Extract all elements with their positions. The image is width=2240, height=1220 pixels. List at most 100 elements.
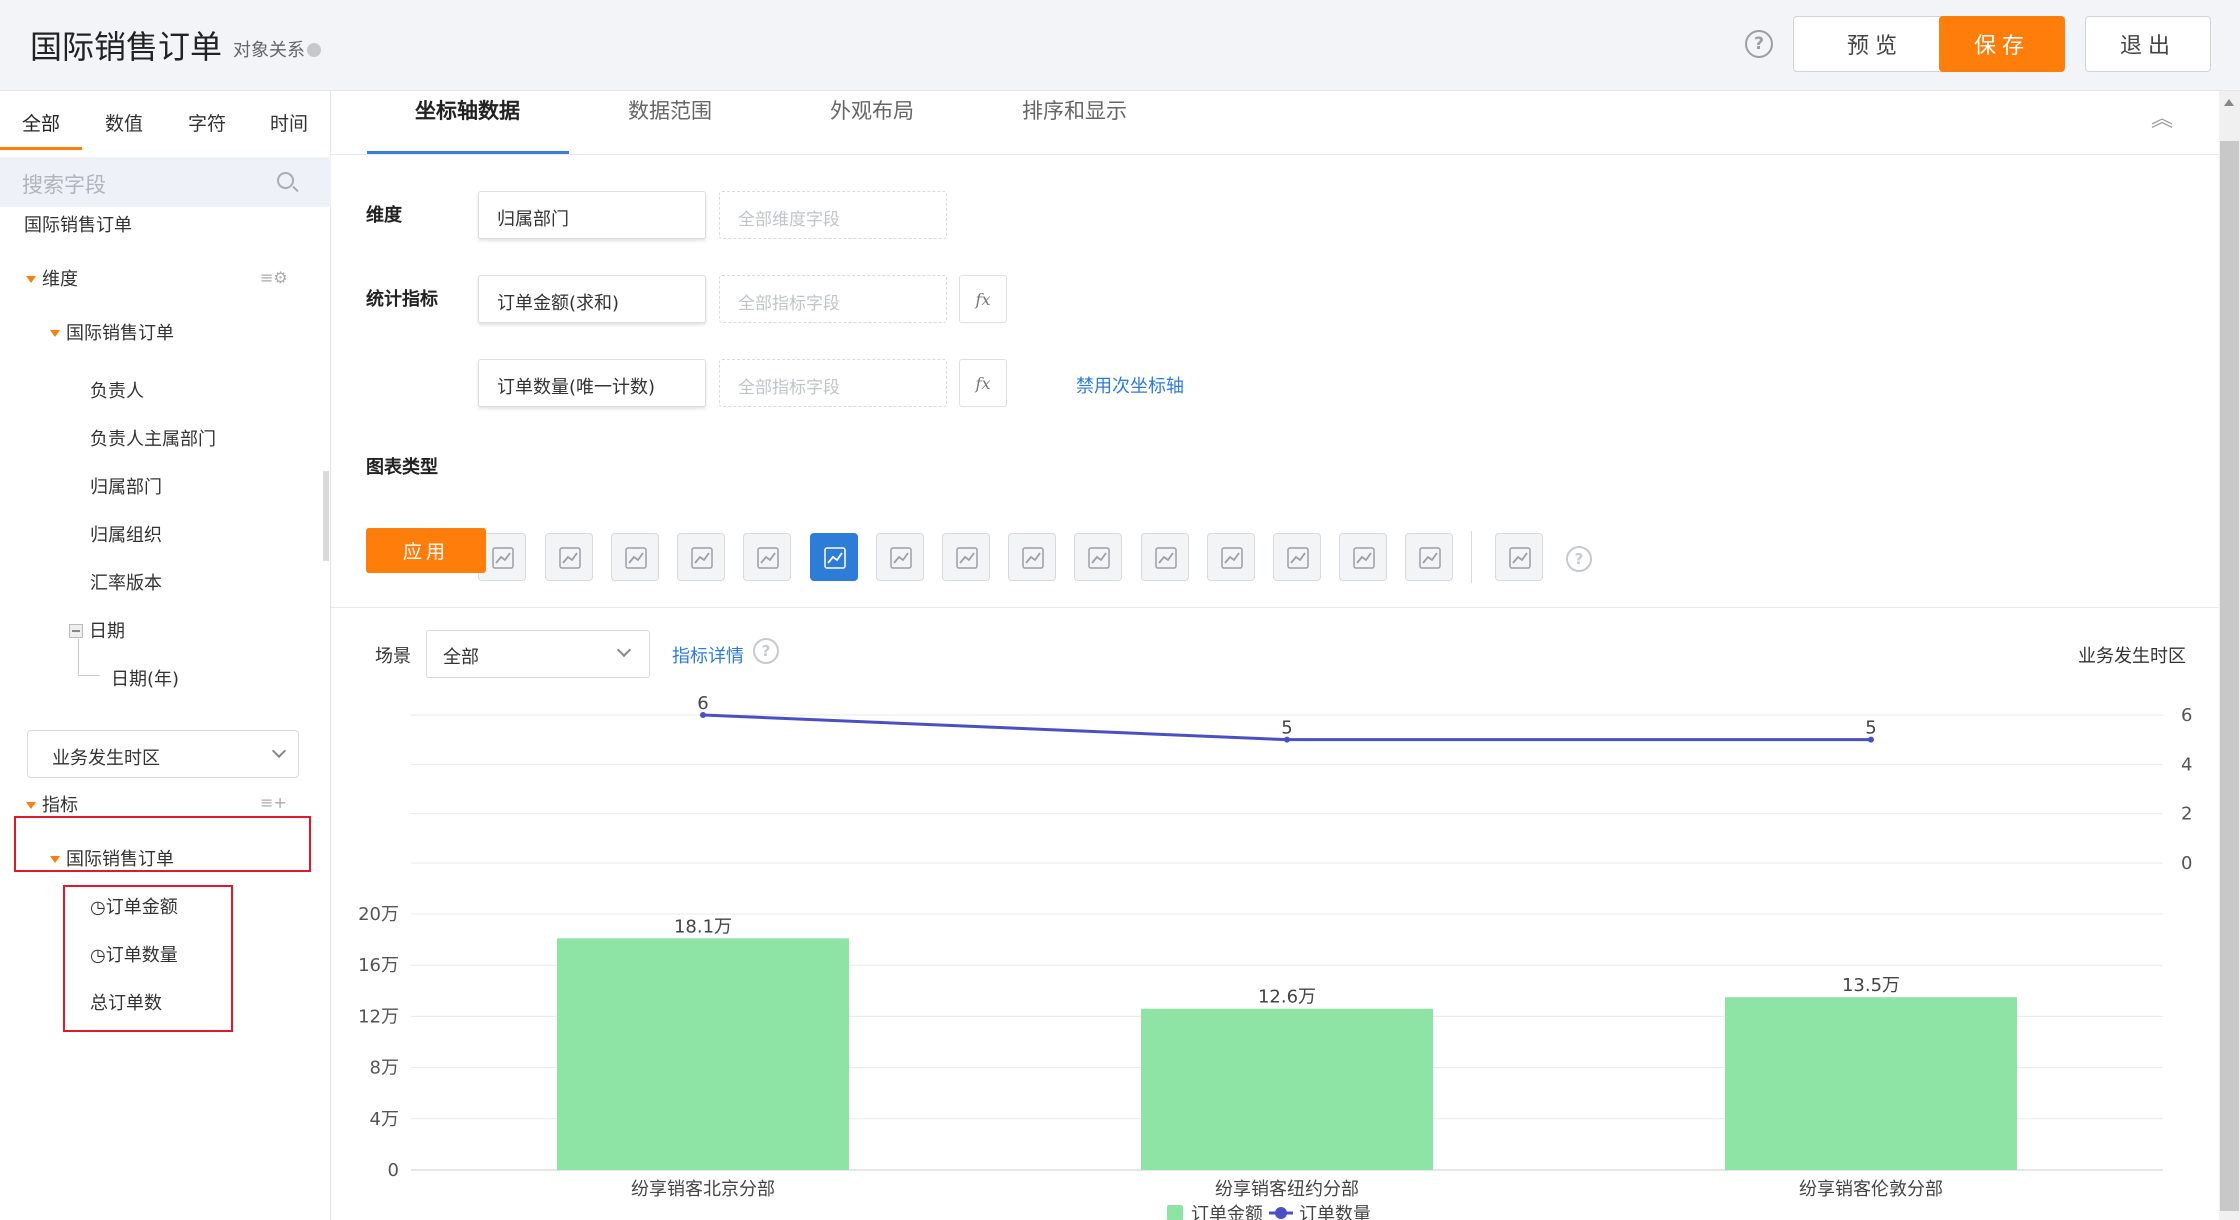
picker-divider <box>1471 531 1472 583</box>
timezone-label[interactable]: 业务发生时区 <box>2078 642 2186 668</box>
tab-data-range[interactable]: 数据范围 <box>628 95 712 125</box>
dimension-group[interactable]: 维度 <box>26 265 78 291</box>
line-chart-icon[interactable] <box>545 533 593 581</box>
tick-label: 4 <box>2181 754 2192 775</box>
metric-field-1[interactable]: 订单金额(求和) <box>478 275 706 323</box>
filter-tab-number[interactable]: 数值 <box>105 109 143 136</box>
help-icon[interactable]: ? <box>753 638 779 664</box>
data-label: 6 <box>697 693 708 714</box>
tick-label: 20万 <box>358 904 399 925</box>
metric-field-2[interactable]: 订单数量(唯一计数) <box>478 359 706 407</box>
collapse-icon[interactable] <box>69 624 83 638</box>
search-input[interactable]: 搜索字段 <box>22 169 106 199</box>
field-filter-tabs: 全部 数值 字符 时间 <box>0 99 331 150</box>
timezone-select[interactable]: 业务发生时区 <box>27 730 299 778</box>
metric-object[interactable]: 国际销售订单 <box>50 845 174 871</box>
dimension-label: 维度 <box>366 205 402 226</box>
bar <box>557 938 849 1170</box>
legend-swatch <box>1275 1207 1287 1219</box>
combo-chart-icon[interactable] <box>810 533 858 581</box>
gauge-chart-icon[interactable] <box>942 533 990 581</box>
caret-down-icon <box>26 276 36 283</box>
map-chart-icon[interactable] <box>1008 533 1056 581</box>
heatmap-icon[interactable] <box>1339 533 1387 581</box>
bar <box>1141 1008 1433 1170</box>
scatter-chart-icon[interactable] <box>1495 533 1543 581</box>
tick-label: 0 <box>388 1160 399 1181</box>
filter-tab-all[interactable]: 全部 <box>22 109 60 136</box>
clock-icon: ◷ <box>90 945 106 966</box>
field-search[interactable]: 搜索字段 <box>0 157 331 207</box>
funnel-chart-icon[interactable] <box>677 533 725 581</box>
object-name: 国际销售订单 <box>24 215 132 236</box>
metric-detail-link[interactable]: 指标详情 <box>672 642 744 668</box>
apply-button[interactable]: 应用 <box>366 528 486 573</box>
area-chart-icon[interactable] <box>1273 533 1321 581</box>
tree-line <box>78 675 100 676</box>
stacked-bar-icon[interactable] <box>1207 533 1255 581</box>
help-icon[interactable]: ? <box>1745 30 1773 58</box>
metric-field[interactable]: 总订单数 <box>90 989 162 1015</box>
metric-tools-icon[interactable]: ≡+ <box>260 793 287 812</box>
disable-secondary-axis-link[interactable]: 禁用次坐标轴 <box>1076 372 1184 398</box>
tick-label: 12万 <box>358 1006 399 1027</box>
save-button[interactable]: 保存 <box>1939 16 2065 72</box>
tab-appearance[interactable]: 外观布局 <box>830 95 914 125</box>
search-icon[interactable] <box>277 172 294 189</box>
table-chart-icon[interactable] <box>743 533 791 581</box>
tree-line <box>78 639 79 675</box>
preview-button[interactable]: 预览 <box>1793 16 1957 72</box>
section-divider <box>331 607 2220 608</box>
data-label: 5 <box>1281 718 1292 739</box>
collapse-up-icon[interactable]: ︽ <box>2151 101 2173 133</box>
category-label: 纷享销客纽约分部 <box>1215 1179 1359 1200</box>
text-card-icon[interactable] <box>876 533 924 581</box>
legend-label: 订单数量 <box>1299 1204 1371 1220</box>
data-label: 5 <box>1865 718 1876 739</box>
scroll-thumb[interactable] <box>2220 141 2239 1211</box>
sidebar-scroll-thumb[interactable] <box>323 471 329 561</box>
tick-label: 8万 <box>370 1058 399 1079</box>
dimension-field[interactable]: 归属部门 <box>478 191 706 239</box>
tick-label: 6 <box>2181 705 2192 726</box>
field-item[interactable]: 归属组织 <box>90 521 162 547</box>
dimension-dropzone[interactable]: 全部维度字段 <box>719 191 947 239</box>
field-item[interactable]: 负责人 <box>90 377 144 403</box>
metric-label: 统计指标 <box>366 289 438 310</box>
metric-field[interactable]: ◷订单金额 <box>90 893 178 919</box>
metric-dropzone-2[interactable]: 全部指标字段 <box>719 359 947 407</box>
page-scrollbar[interactable] <box>2219 91 2240 1220</box>
tab-sort-display[interactable]: 排序和显示 <box>1022 95 1127 125</box>
formula-button[interactable]: fx <box>959 359 1007 407</box>
scene-select[interactable]: 全部 <box>426 630 650 678</box>
dimension-tools-icon[interactable]: ≡⚙ <box>260 268 288 287</box>
pivot-table-icon[interactable] <box>1405 533 1453 581</box>
tick-label: 0 <box>2181 853 2192 874</box>
formula-button[interactable]: fx <box>959 275 1007 323</box>
globe-chart-icon[interactable] <box>1141 533 1189 581</box>
exit-button[interactable]: 退出 <box>2085 16 2211 72</box>
scroll-up-icon[interactable] <box>2224 99 2234 106</box>
metric-field[interactable]: ◷订单数量 <box>90 941 178 967</box>
field-item[interactable]: 负责人主属部门 <box>90 425 216 451</box>
help-icon[interactable]: ? <box>1566 546 1592 572</box>
tab-axis-data[interactable]: 坐标轴数据 <box>415 95 520 125</box>
chart-type-label: 图表类型 <box>366 457 438 478</box>
filter-tab-string[interactable]: 字符 <box>188 109 226 136</box>
category-label: 纷享销客伦敦分部 <box>1799 1179 1943 1200</box>
chevron-down-icon <box>271 743 287 759</box>
field-item[interactable]: 汇率版本 <box>90 569 162 595</box>
caret-down-icon <box>26 802 36 809</box>
field-item[interactable]: 归属部门 <box>90 473 162 499</box>
active-tab-indicator <box>0 147 82 150</box>
filter-tab-time[interactable]: 时间 <box>270 109 308 136</box>
relation-link[interactable]: 对象关系 <box>233 36 321 62</box>
metric-dropzone-1[interactable]: 全部指标字段 <box>719 275 947 323</box>
pie-chart-icon[interactable] <box>611 533 659 581</box>
caret-down-icon <box>50 330 60 337</box>
field-sidebar: 全部 数值 字符 时间 搜索字段 国际销售订单 维度 ≡⚙ 国际销售订单 负责人… <box>0 91 331 1220</box>
map2-chart-icon[interactable] <box>1074 533 1122 581</box>
field-item[interactable]: 日期(年) <box>111 665 179 691</box>
dimension-object[interactable]: 国际销售订单 <box>50 319 174 345</box>
metric-group[interactable]: 指标 <box>26 791 78 817</box>
